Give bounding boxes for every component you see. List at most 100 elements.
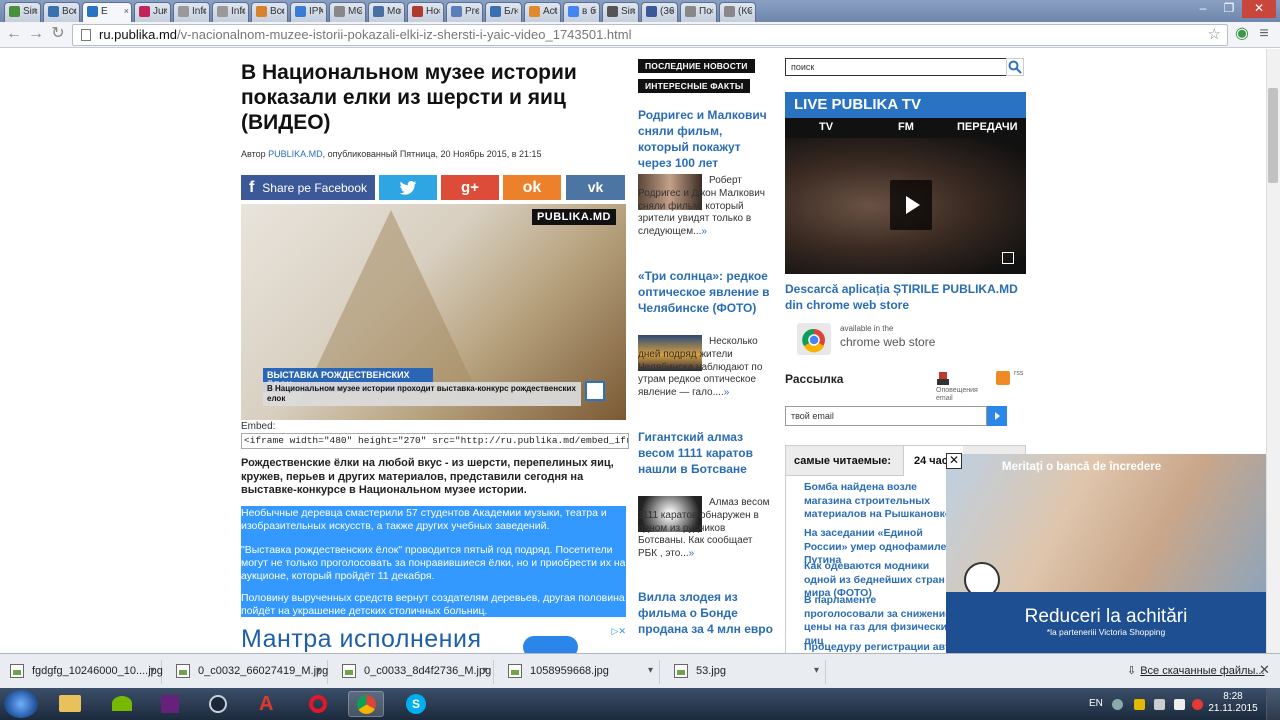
tab-close-icon[interactable]: × <box>280 6 285 16</box>
tab-close-icon[interactable]: × <box>124 6 129 16</box>
taskbar-clock[interactable]: 8:28 21.11.2015 <box>1208 691 1258 715</box>
share-odnoklassniki-button[interactable]: ok <box>503 175 561 200</box>
autocad-icon[interactable]: A <box>251 691 287 717</box>
play-button[interactable] <box>890 180 932 230</box>
back-button[interactable]: ← <box>4 25 24 45</box>
shows-tab[interactable]: ПЕРЕДАЧИ <box>957 121 1018 133</box>
share-google-plus-button[interactable]: g+ <box>441 175 499 200</box>
browser-tab[interactable]: Info× <box>212 2 249 22</box>
download-item[interactable]: 53.jpg ▾ <box>666 660 826 684</box>
notification-icon[interactable] <box>1192 699 1203 710</box>
browser-tab[interactable]: (КС× <box>719 2 756 22</box>
rss-icon[interactable] <box>996 371 1010 385</box>
tv-tab[interactable]: TV <box>819 121 833 133</box>
article-ad-banner[interactable]: Мантра исполнения ▷✕ <box>241 624 626 653</box>
tray-arrow-icon[interactable] <box>1112 699 1123 710</box>
browser-tab[interactable]: Все× <box>43 2 80 22</box>
browser-tab[interactable]: Бл × <box>485 2 522 22</box>
nvidia-icon[interactable] <box>104 691 140 717</box>
chevron-down-icon[interactable]: ▾ <box>482 660 487 682</box>
browser-tab[interactable]: Нo × <box>407 2 444 22</box>
start-button[interactable] <box>4 690 38 718</box>
browser-tab[interactable]: IPN× <box>290 2 327 22</box>
email-input[interactable]: твой email <box>785 406 987 426</box>
tab-close-icon[interactable]: × <box>709 6 714 16</box>
show-desktop-button[interactable] <box>1266 688 1280 720</box>
tab-close-icon[interactable]: × <box>553 6 558 16</box>
tab-close-icon[interactable]: × <box>241 6 246 16</box>
address-bar[interactable]: ru.publika.md/v-nacionalnom-muzee-istori… <box>72 24 1228 46</box>
tab-close-icon[interactable]: × <box>397 6 402 16</box>
visual-studio-icon[interactable] <box>152 691 188 717</box>
share-facebook-button[interactable]: f Share pe Facebook <box>241 175 375 200</box>
close-download-bar-icon[interactable]: ✕ <box>1259 662 1270 678</box>
news-more-link[interactable]: » <box>724 387 730 398</box>
chrome-icon[interactable] <box>348 691 384 717</box>
share-twitter-button[interactable] <box>379 175 437 200</box>
fullscreen-icon[interactable] <box>1002 252 1014 264</box>
chrome-web-store-badge[interactable]: available in the chrome web store <box>795 317 995 357</box>
fm-tab[interactable]: FM <box>898 121 914 133</box>
embed-code-field[interactable]: <iframe width="480" height="270" src="ht… <box>241 433 629 449</box>
tab-close-icon[interactable]: × <box>436 6 441 16</box>
browser-tab[interactable]: Mo × <box>368 2 405 22</box>
download-item[interactable]: 0_c0032_66027419_M.jpg ▾ <box>168 660 328 684</box>
scrollbar-thumb[interactable] <box>1268 88 1278 183</box>
tab-close-icon[interactable]: × <box>670 6 675 16</box>
volume-icon[interactable] <box>1174 699 1185 710</box>
share-vk-button[interactable]: vk <box>566 175 625 200</box>
steam-icon[interactable] <box>200 691 236 717</box>
tab-close-icon[interactable]: × <box>748 6 753 16</box>
live-tv-player[interactable] <box>785 138 1026 274</box>
tab-close-icon[interactable]: × <box>319 6 324 16</box>
tab-most-read[interactable]: самые читаемые: <box>794 455 891 467</box>
browser-tab[interactable]: в б × <box>563 2 600 22</box>
tab-close-icon[interactable]: × <box>163 6 168 16</box>
browser-tab[interactable]: Все× <box>251 2 288 22</box>
close-window-button[interactable]: ✕ <box>1242 0 1276 18</box>
news-more-link[interactable]: » <box>701 226 707 237</box>
search-button[interactable] <box>1006 58 1024 76</box>
menu-icon[interactable]: ≡ <box>1254 25 1274 45</box>
ad-close-icon[interactable]: ▷✕ <box>612 626 626 637</box>
extension-icon[interactable]: ◉ <box>1232 25 1252 45</box>
reload-button[interactable]: ↻ <box>48 25 68 45</box>
tab-close-icon[interactable]: × <box>202 6 207 16</box>
browser-tab[interactable]: Pro× <box>446 2 483 22</box>
minimize-button[interactable]: – <box>1190 0 1216 18</box>
tab-close-icon[interactable]: × <box>358 6 363 16</box>
search-input[interactable]: поиск <box>785 58 1007 76</box>
tag-interesting-facts[interactable]: ИНТЕРЕСНЫЕ ФАКТЫ <box>638 79 751 93</box>
chevron-down-icon[interactable]: ▾ <box>150 660 155 682</box>
browser-tab[interactable]: (36)× <box>641 2 678 22</box>
popular-item[interactable]: Бомба найдена возле магазина строительны… <box>804 481 954 522</box>
browser-tab[interactable]: Е × <box>82 2 132 22</box>
chevron-down-icon[interactable]: ▾ <box>648 660 653 682</box>
tab-close-icon[interactable]: × <box>72 6 77 16</box>
forward-button[interactable]: → <box>26 25 46 45</box>
news-title[interactable]: Вилла злодея из фильма о Бонде продана з… <box>638 589 773 637</box>
popular-item[interactable]: В парламенте проголосовали за снижение ц… <box>804 594 954 648</box>
network-icon[interactable] <box>1154 699 1165 710</box>
download-item[interactable]: 1058959668.jpg ▾ <box>500 660 660 684</box>
news-title[interactable]: «Три солнца»: редкое оптическое явление … <box>638 268 773 316</box>
browser-tab[interactable]: Sim× <box>602 2 639 22</box>
email-alert-icon[interactable] <box>936 371 950 387</box>
explorer-icon[interactable] <box>52 691 88 717</box>
tab-close-icon[interactable]: × <box>631 6 636 16</box>
download-item[interactable]: 0_c0033_8d4f2736_M.jpg ▾ <box>334 660 494 684</box>
news-title[interactable]: Гигантский алмаз весом 1111 каратов нашл… <box>638 429 773 477</box>
tag-latest-news[interactable]: ПОСЛЕДНИЕ НОВОСТИ <box>638 59 755 73</box>
tab-close-icon[interactable]: × <box>514 6 519 16</box>
article-video[interactable]: PUBLIKA.MD ВЫСТАВКА РОЖДЕСТВЕНСКИХ ЁЛОК … <box>241 204 626 420</box>
close-ad-icon[interactable]: ✕ <box>946 453 962 469</box>
security-icon[interactable] <box>1134 699 1145 710</box>
browser-tab[interactable]: Sim× <box>4 2 41 22</box>
chevron-down-icon[interactable]: ▾ <box>316 660 321 682</box>
news-more-link[interactable]: » <box>689 548 695 559</box>
news-title[interactable]: Родригес и Малкович сняли фильм, который… <box>638 107 773 171</box>
browser-tab[interactable]: По × <box>680 2 717 22</box>
download-item[interactable]: fgdgfg_10246000_10....jpg ▾ <box>2 660 163 684</box>
overlay-ad[interactable]: Meritați o bancă de încredere Reduceri l… <box>946 454 1266 653</box>
tab-close-icon[interactable]: × <box>475 6 480 16</box>
